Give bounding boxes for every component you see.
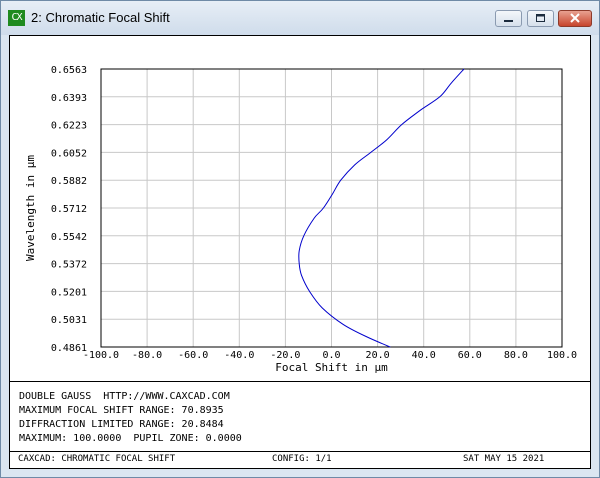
x-tick-labels: -100.0 -80.0 -60.0 -40.0 -20.0 0.0 20.0 40.0 60.… [83, 350, 577, 361]
info-line-diff-range: DIFFRACTION LIMITED RANGE: 20.8484 [19, 419, 224, 430]
x-tick-label: -80.0 [132, 350, 162, 361]
app-window: CX 2: Chromatic Focal Shift -100.0 -80.0-… [0, 0, 600, 478]
info-line-pupil-zone: MAXIMUM: 100.0000 PUPIL ZONE: 0.0000 [19, 433, 242, 444]
y-tick-label: 0.5031 [51, 315, 87, 326]
maximize-button[interactable] [527, 10, 554, 27]
y-tick-label: 0.6563 [51, 65, 87, 76]
title-bar[interactable]: CX 2: Chromatic Focal Shift [1, 1, 599, 35]
status-footer: CAXCAD: CHROMATIC FOCAL SHIFT CONFIG: 1/… [10, 451, 590, 468]
y-tick-labels: 0.6563 0.6393 0.6223 0.6052 0.5882 0.5712 0.55… [51, 65, 87, 354]
close-button[interactable] [558, 10, 592, 27]
y-axis-label: Wavelength in µm [24, 155, 37, 261]
y-tick-label: 0.6223 [51, 121, 87, 132]
y-tick-label: 0.5712 [51, 204, 87, 215]
y-tick-label: 0.5882 [51, 176, 87, 187]
y-tick-label: 0.5372 [51, 260, 87, 271]
x-axis-label: Focal Shift in µm [275, 361, 388, 374]
maximize-icon [536, 14, 545, 22]
window-title: 2: Chromatic Focal Shift [31, 10, 170, 25]
close-icon [570, 13, 580, 23]
minimize-button[interactable] [495, 10, 522, 27]
footer-config: CONFIG: 1/1 [272, 454, 332, 464]
x-tick-label: 60.0 [458, 350, 482, 361]
x-tick-label: 20.0 [366, 350, 390, 361]
y-tick-label: 0.6052 [51, 148, 87, 159]
x-tick-label: -60.0 [178, 350, 208, 361]
y-tick-label: 0.6393 [51, 93, 87, 104]
x-tick-label: 100.0 [547, 350, 577, 361]
footer-report-name: CAXCAD: CHROMATIC FOCAL SHIFT [18, 454, 176, 464]
chart-area: -100.0 -80.0 -60.0 -40.0 -20.0 0.0 20.0 40.0 60.… [10, 36, 590, 381]
y-tick-label: 0.5542 [51, 232, 87, 243]
x-tick-label: 40.0 [412, 350, 436, 361]
chart-grid [100, 68, 563, 348]
minimize-icon [504, 20, 513, 22]
x-tick-label: -20.0 [270, 350, 300, 361]
chromatic-focal-shift-chart: -100.0 -80.0 -60.0 -40.0 -20.0 0.0 20.0 40.0 60.… [24, 65, 577, 374]
y-tick-label: 0.4861 [51, 343, 87, 354]
caxcad-icon: CX [8, 10, 25, 26]
x-tick-label: 80.0 [504, 350, 528, 361]
x-tick-label: 0.0 [322, 350, 340, 361]
report-panel: -100.0 -80.0 -60.0 -40.0 -20.0 0.0 20.0 40.0 60.… [9, 35, 591, 469]
info-line-title: DOUBLE GAUSS HTTP://WWW.CAXCAD.COM [19, 391, 230, 402]
info-panel: DOUBLE GAUSS HTTP://WWW.CAXCAD.COM MAXIM… [10, 381, 590, 451]
info-line-max-range: MAXIMUM FOCAL SHIFT RANGE: 70.8935 [19, 405, 224, 416]
x-tick-label: -40.0 [224, 350, 254, 361]
footer-date: SAT MAY 15 2021 [463, 454, 545, 464]
y-tick-label: 0.5201 [51, 287, 87, 298]
x-tick-label: -100.0 [83, 350, 119, 361]
